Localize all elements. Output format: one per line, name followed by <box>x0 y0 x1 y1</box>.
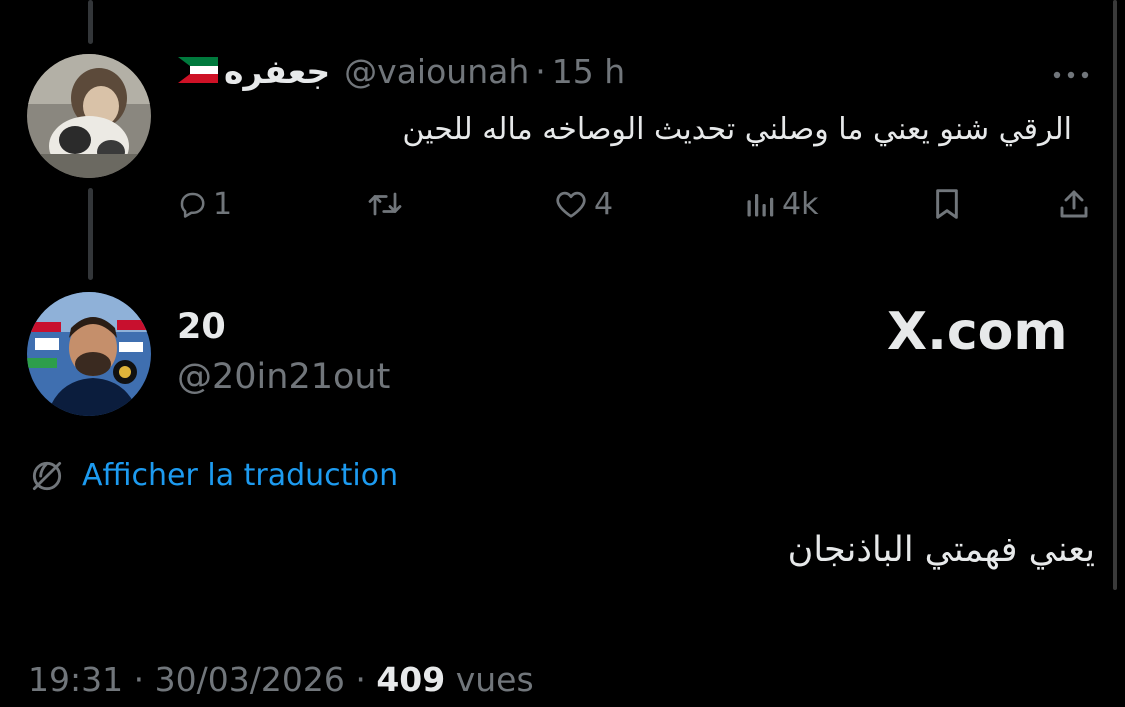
tweet-views-label: vues <box>455 660 534 699</box>
tweet-display-name[interactable]: 20 <box>177 306 226 348</box>
retweet-button[interactable] <box>366 180 404 228</box>
kuwait-flag-icon <box>178 52 218 92</box>
xcom-watermark: X.com <box>887 302 1068 362</box>
views-button[interactable]: 4k <box>744 180 818 228</box>
views-icon <box>744 189 776 219</box>
reply-icon <box>177 189 207 219</box>
translate-link[interactable]: Afficher la traduction <box>28 456 398 496</box>
translate-label[interactable]: Afficher la traduction <box>82 456 398 496</box>
bookmark-button[interactable] <box>932 180 962 228</box>
like-count: 4 <box>594 186 614 222</box>
share-icon <box>1058 188 1090 220</box>
more-icon[interactable] <box>1047 60 1095 90</box>
reply-count: 1 <box>213 186 233 222</box>
reply-header: جعفره @vaiounah · 15 h <box>178 52 625 92</box>
views-count: 4k <box>782 186 819 222</box>
like-icon <box>554 189 588 219</box>
reply-button[interactable]: 1 <box>177 180 232 228</box>
share-button[interactable] <box>1058 180 1090 228</box>
reply-text: الرقي شنو يعني ما وصلني تحديث الوصاخه ما… <box>402 112 1072 147</box>
tweet-avatar[interactable] <box>27 292 151 416</box>
bookmark-icon <box>932 188 962 220</box>
meta-separator-2: · <box>355 660 366 699</box>
reply-avatar[interactable] <box>27 54 151 178</box>
reply-handle[interactable]: @vaiounah <box>344 52 529 92</box>
meta-separator-1: · <box>133 660 145 699</box>
translate-icon <box>28 457 66 495</box>
tweet-date[interactable]: 30/03/2026 <box>155 660 345 699</box>
reply-time[interactable]: 15 h <box>552 52 625 92</box>
tweet-meta: 19:31 · 30/03/2026 · 409 vues <box>28 658 534 702</box>
reply-actions: 1 4 4k <box>0 180 1125 228</box>
reply-display-name[interactable]: جعفره <box>224 52 330 92</box>
tweet-views-count: 409 <box>376 660 446 699</box>
retweet-icon <box>366 189 404 219</box>
like-button[interactable]: 4 <box>554 180 613 228</box>
tweet-handle[interactable]: @20in21out <box>177 356 390 398</box>
tweet-text: يعني فهمتي الباذنجان <box>787 530 1095 570</box>
reply-separator: · <box>535 52 546 91</box>
tweet-time[interactable]: 19:31 <box>28 660 123 699</box>
thread-line-top <box>88 0 93 44</box>
scrollbar[interactable] <box>1113 0 1117 590</box>
